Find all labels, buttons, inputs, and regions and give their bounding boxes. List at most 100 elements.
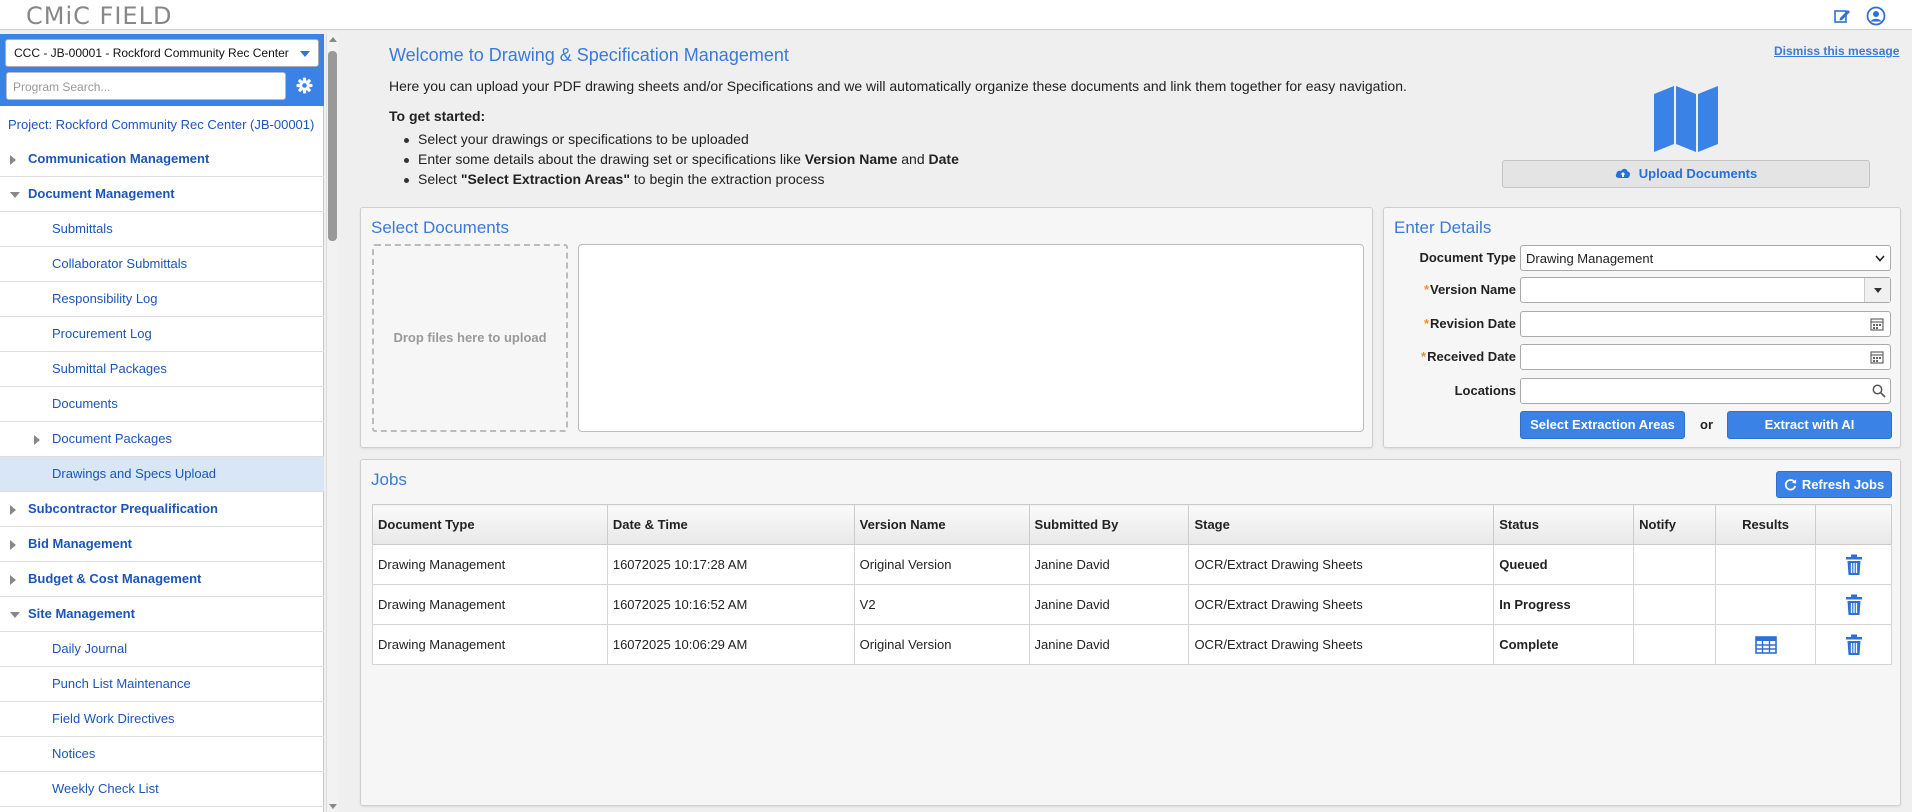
cell-doc-type: Drawing Management <box>372 584 608 625</box>
locations-input[interactable] <box>1520 378 1891 404</box>
instruction-item: Select your drawings or specifications t… <box>404 131 959 151</box>
trash-icon[interactable] <box>1845 634 1863 656</box>
column-header-document-type[interactable]: Document Type <box>372 504 608 545</box>
column-header-notify[interactable]: Notify <box>1633 504 1717 545</box>
version-name-label: *Version Name <box>1424 282 1516 297</box>
welcome-title: Welcome to Drawing & Specification Manag… <box>389 45 789 65</box>
version-name-label-wrap: *Version Name <box>1384 282 1516 300</box>
upload-documents-button[interactable]: Upload Documents <box>1502 160 1870 188</box>
sidebar-item-collaborator-submittals[interactable]: Collaborator Submittals <box>0 247 324 282</box>
revision-date-label-text: Revision Date <box>1430 316 1516 331</box>
settings-button[interactable] <box>291 72 318 99</box>
refresh-jobs-button[interactable]: Refresh Jobs <box>1776 471 1892 498</box>
instruction-text: Enter some details about the drawing set… <box>418 151 805 167</box>
sidebar-item-bid-management[interactable]: Bid Management <box>0 527 324 562</box>
scroll-up-icon[interactable] <box>329 37 337 42</box>
column-header-date-time[interactable]: Date & Time <box>606 504 855 545</box>
refresh-icon <box>1784 479 1797 491</box>
caret-down-icon[interactable] <box>10 612 20 618</box>
cell-datetime: 16072025 10:06:29 AM <box>606 624 855 665</box>
cell-submitted-by: Janine David <box>1028 584 1190 625</box>
cell-results <box>1715 624 1817 665</box>
sidebar-item-submittals[interactable]: Submittals <box>0 212 324 247</box>
caret-down-icon <box>1874 288 1882 293</box>
sidebar-item-responsibility-log[interactable]: Responsibility Log <box>0 282 324 317</box>
caret-right-icon[interactable] <box>10 155 16 165</box>
column-header-results[interactable]: Results <box>1715 504 1817 545</box>
trash-icon[interactable] <box>1845 554 1863 576</box>
table-row[interactable]: Drawing Management 16072025 10:17:28 AM Or… <box>372 544 1892 585</box>
calendar-icon[interactable] <box>1870 317 1884 331</box>
instruction-item: Select "Select Extraction Areas" to begi… <box>404 171 959 191</box>
sidebar-item-document-management[interactable]: Document Management <box>0 177 324 212</box>
sidebar-item-document-packages[interactable]: Document Packages <box>0 422 324 457</box>
user-circle-icon[interactable] <box>1866 6 1886 26</box>
sidebar-item-punch-list-maintenance[interactable]: Punch List Maintenance <box>0 667 324 702</box>
calendar-icon[interactable] <box>1870 350 1884 364</box>
select-extraction-areas-button[interactable]: Select Extraction Areas <box>1520 411 1685 439</box>
sidebar-item-label: Procurement Log <box>52 326 152 341</box>
sidebar-item-label: Punch List Maintenance <box>52 676 191 691</box>
edit-icon[interactable] <box>1832 6 1852 26</box>
column-header-stage[interactable]: Stage <box>1188 504 1495 545</box>
sidebar-item-submittal-packages[interactable]: Submittal Packages <box>0 352 324 387</box>
project-select-value: CCC - JB-00001 - Rockford Community Rec … <box>14 46 289 60</box>
program-search-input[interactable]: Program Search... <box>6 72 286 100</box>
extract-with-ai-button[interactable]: Extract with AI <box>1727 411 1892 439</box>
caret-right-icon[interactable] <box>10 505 16 515</box>
received-date-input[interactable] <box>1520 344 1891 370</box>
version-name-dropdown-button[interactable] <box>1864 278 1890 302</box>
sidebar-item-procurement-log[interactable]: Procurement Log <box>0 317 324 352</box>
column-header-version-name[interactable]: Version Name <box>853 504 1030 545</box>
file-dropzone[interactable]: Drop files here to upload <box>372 244 568 432</box>
cell-notify <box>1633 624 1717 665</box>
project-select[interactable]: CCC - JB-00001 - Rockford Community Rec … <box>5 39 319 67</box>
received-date-label-wrap: *Received Date <box>1384 349 1516 367</box>
sidebar-item-label: Weekly Check List <box>52 781 159 796</box>
table-grid-icon[interactable] <box>1754 635 1777 654</box>
column-header-submitted-by[interactable]: Submitted By <box>1028 504 1190 545</box>
document-type-select[interactable]: Drawing Management <box>1520 245 1891 271</box>
instruction-text: Select your drawings or specifications t… <box>418 131 749 147</box>
sidebar-item-label: Document Management <box>28 186 175 201</box>
sidebar-item-daily-journal[interactable]: Daily Journal <box>0 632 324 667</box>
sidebar-item-field-work-directives[interactable]: Field Work Directives <box>0 702 324 737</box>
trash-icon[interactable] <box>1845 594 1863 616</box>
column-header-status[interactable]: Status <box>1493 504 1635 545</box>
caret-right-icon[interactable] <box>34 435 40 445</box>
caret-right-icon[interactable] <box>10 575 16 585</box>
dismiss-message-link[interactable]: Dismiss this message <box>1774 44 1899 58</box>
caret-right-icon[interactable] <box>10 540 16 550</box>
cell-status: Complete <box>1493 624 1635 665</box>
sidebar-item-label: Site Management <box>28 606 135 621</box>
sidebar-item-weekly-check-list[interactable]: Weekly Check List <box>0 772 324 807</box>
sidebar-item-documents[interactable]: Documents <box>0 387 324 422</box>
cell-status: In Progress <box>1493 584 1635 625</box>
instruction-bold: Version Name <box>804 151 898 167</box>
selected-files-list[interactable] <box>578 244 1364 432</box>
cell-results <box>1715 584 1817 625</box>
sidebar-item-notices[interactable]: Notices <box>0 737 324 772</box>
table-row[interactable]: Drawing Management 16072025 10:06:29 AM Or… <box>372 624 1892 665</box>
search-icon[interactable] <box>1872 384 1886 398</box>
scroll-down-icon[interactable] <box>329 804 337 809</box>
sidebar-scrollbar[interactable] <box>326 34 338 812</box>
sidebar-item-drawings-and-specs-upload[interactable]: Drawings and Specs Upload <box>0 457 324 492</box>
instruction-text: Select <box>418 171 461 187</box>
sidebar-item-subcontractor-prequalification[interactable]: Subcontractor Prequalification <box>0 492 324 527</box>
sidebar-item-label: Submittal Packages <box>52 361 167 376</box>
table-row[interactable]: Drawing Management 16072025 10:16:52 AM V2… <box>372 584 1892 625</box>
project-label[interactable]: Project: Rockford Community Rec Center (… <box>8 117 314 132</box>
revision-date-label: *Revision Date <box>1424 316 1516 331</box>
caret-down-icon[interactable] <box>10 192 20 198</box>
welcome-intro: Here you can upload your PDF drawing she… <box>389 78 1407 94</box>
sidebar-item-communication-management[interactable]: Communication Management <box>0 142 324 177</box>
revision-date-input[interactable] <box>1520 311 1891 337</box>
column-header-actions[interactable] <box>1815 504 1892 545</box>
cell-stage: OCR/Extract Drawing Sheets <box>1188 544 1495 585</box>
required-mark: * <box>1423 316 1430 331</box>
sidebar-item-budget-cost-management[interactable]: Budget & Cost Management <box>0 562 324 597</box>
scroll-thumb[interactable] <box>328 51 337 241</box>
sidebar-item-site-management[interactable]: Site Management <box>0 597 324 632</box>
version-name-combo[interactable] <box>1520 277 1891 303</box>
